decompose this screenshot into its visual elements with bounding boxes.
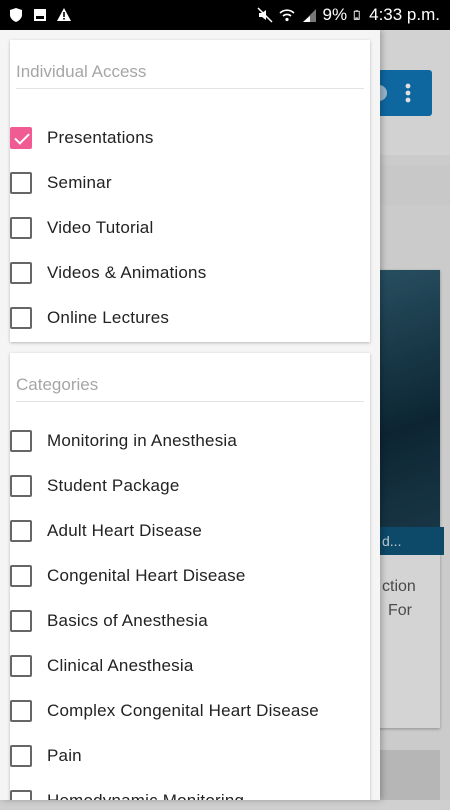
filter-item-adult-heart-disease[interactable]: Adult Heart Disease xyxy=(10,508,202,553)
individual-access-panel: Individual Access Presentations Seminar … xyxy=(10,40,370,342)
filter-item-label: Online Lectures xyxy=(47,307,170,327)
filter-item-label: Hemodynamic Monitoring xyxy=(47,790,245,801)
filter-item-seminar[interactable]: Seminar xyxy=(10,160,112,205)
checkbox-icon[interactable] xyxy=(10,306,32,329)
checkbox-icon[interactable] xyxy=(10,171,32,194)
checkbox-icon[interactable] xyxy=(10,474,32,497)
wifi-icon xyxy=(278,9,295,22)
checkbox-icon[interactable] xyxy=(10,261,32,284)
filter-item-label: Basics of Anesthesia xyxy=(47,610,208,630)
filter-item-congenital-heart-disease[interactable]: Congenital Heart Disease xyxy=(10,553,246,598)
battery-percent: 9% xyxy=(322,5,348,24)
categories-panel: Categories Monitoring in Anesthesia Stud… xyxy=(10,353,370,800)
checkbox-icon[interactable] xyxy=(10,216,32,239)
filter-item-label: Presentations xyxy=(47,127,154,147)
filter-item-complex-congenital-heart-disease[interactable]: Complex Congenital Heart Disease xyxy=(10,688,319,733)
shield-icon xyxy=(10,8,22,22)
filter-item-presentations[interactable]: Presentations xyxy=(10,115,154,160)
filter-item-label: Student Package xyxy=(47,475,180,495)
filter-item-videos-animations[interactable]: Videos & Animations xyxy=(10,250,206,295)
filter-item-label: Monitoring in Anesthesia xyxy=(47,430,238,450)
filter-item-video-tutorial[interactable]: Video Tutorial xyxy=(10,205,153,250)
filter-item-student-package[interactable]: Student Package xyxy=(10,463,179,508)
checkbox-icon[interactable] xyxy=(10,699,32,722)
checkbox-icon[interactable] xyxy=(10,564,32,587)
checkbox-icon[interactable] xyxy=(10,429,32,452)
filter-item-label: Congenital Heart Disease xyxy=(47,565,246,585)
filter-item-pain[interactable]: Pain xyxy=(10,733,82,778)
warning-icon xyxy=(57,8,71,21)
filter-item-label: Complex Congenital Heart Disease xyxy=(47,700,319,720)
categories-title: Categories xyxy=(16,353,364,402)
battery-icon xyxy=(353,10,360,20)
filter-item-label: Video Tutorial xyxy=(47,217,154,237)
filter-item-online-lectures[interactable]: Online Lectures xyxy=(10,295,169,340)
filter-item-label: Clinical Anesthesia xyxy=(47,655,194,675)
image-icon xyxy=(34,9,46,21)
filter-drawer: Individual Access Presentations Seminar … xyxy=(0,30,380,800)
filter-item-label: Adult Heart Disease xyxy=(47,520,202,540)
mute-icon xyxy=(257,7,273,23)
filter-item-clinical-anesthesia[interactable]: Clinical Anesthesia xyxy=(10,643,194,688)
filter-item-hemodynamic-monitoring[interactable]: Hemodynamic Monitoring xyxy=(10,778,244,800)
checkbox-icon[interactable] xyxy=(10,519,32,542)
checkbox-icon[interactable] xyxy=(10,609,32,632)
clock: 4:33 p.m. xyxy=(369,5,440,24)
filter-item-label: Videos & Animations xyxy=(47,262,207,282)
checkbox-icon[interactable] xyxy=(10,744,32,767)
checkbox-icon[interactable] xyxy=(10,789,32,800)
filter-item-monitoring-in-anesthesia[interactable]: Monitoring in Anesthesia xyxy=(10,418,237,463)
filter-item-basics-of-anesthesia[interactable]: Basics of Anesthesia xyxy=(10,598,208,643)
individual-access-title: Individual Access xyxy=(16,40,364,89)
filter-item-label: Seminar xyxy=(47,172,112,192)
signal-icon xyxy=(302,9,316,22)
status-bar: 9% 4:33 p.m. xyxy=(0,0,450,30)
checkbox-checked-icon[interactable] xyxy=(10,126,32,149)
checkbox-icon[interactable] xyxy=(10,654,32,677)
filter-item-label: Pain xyxy=(47,745,82,765)
